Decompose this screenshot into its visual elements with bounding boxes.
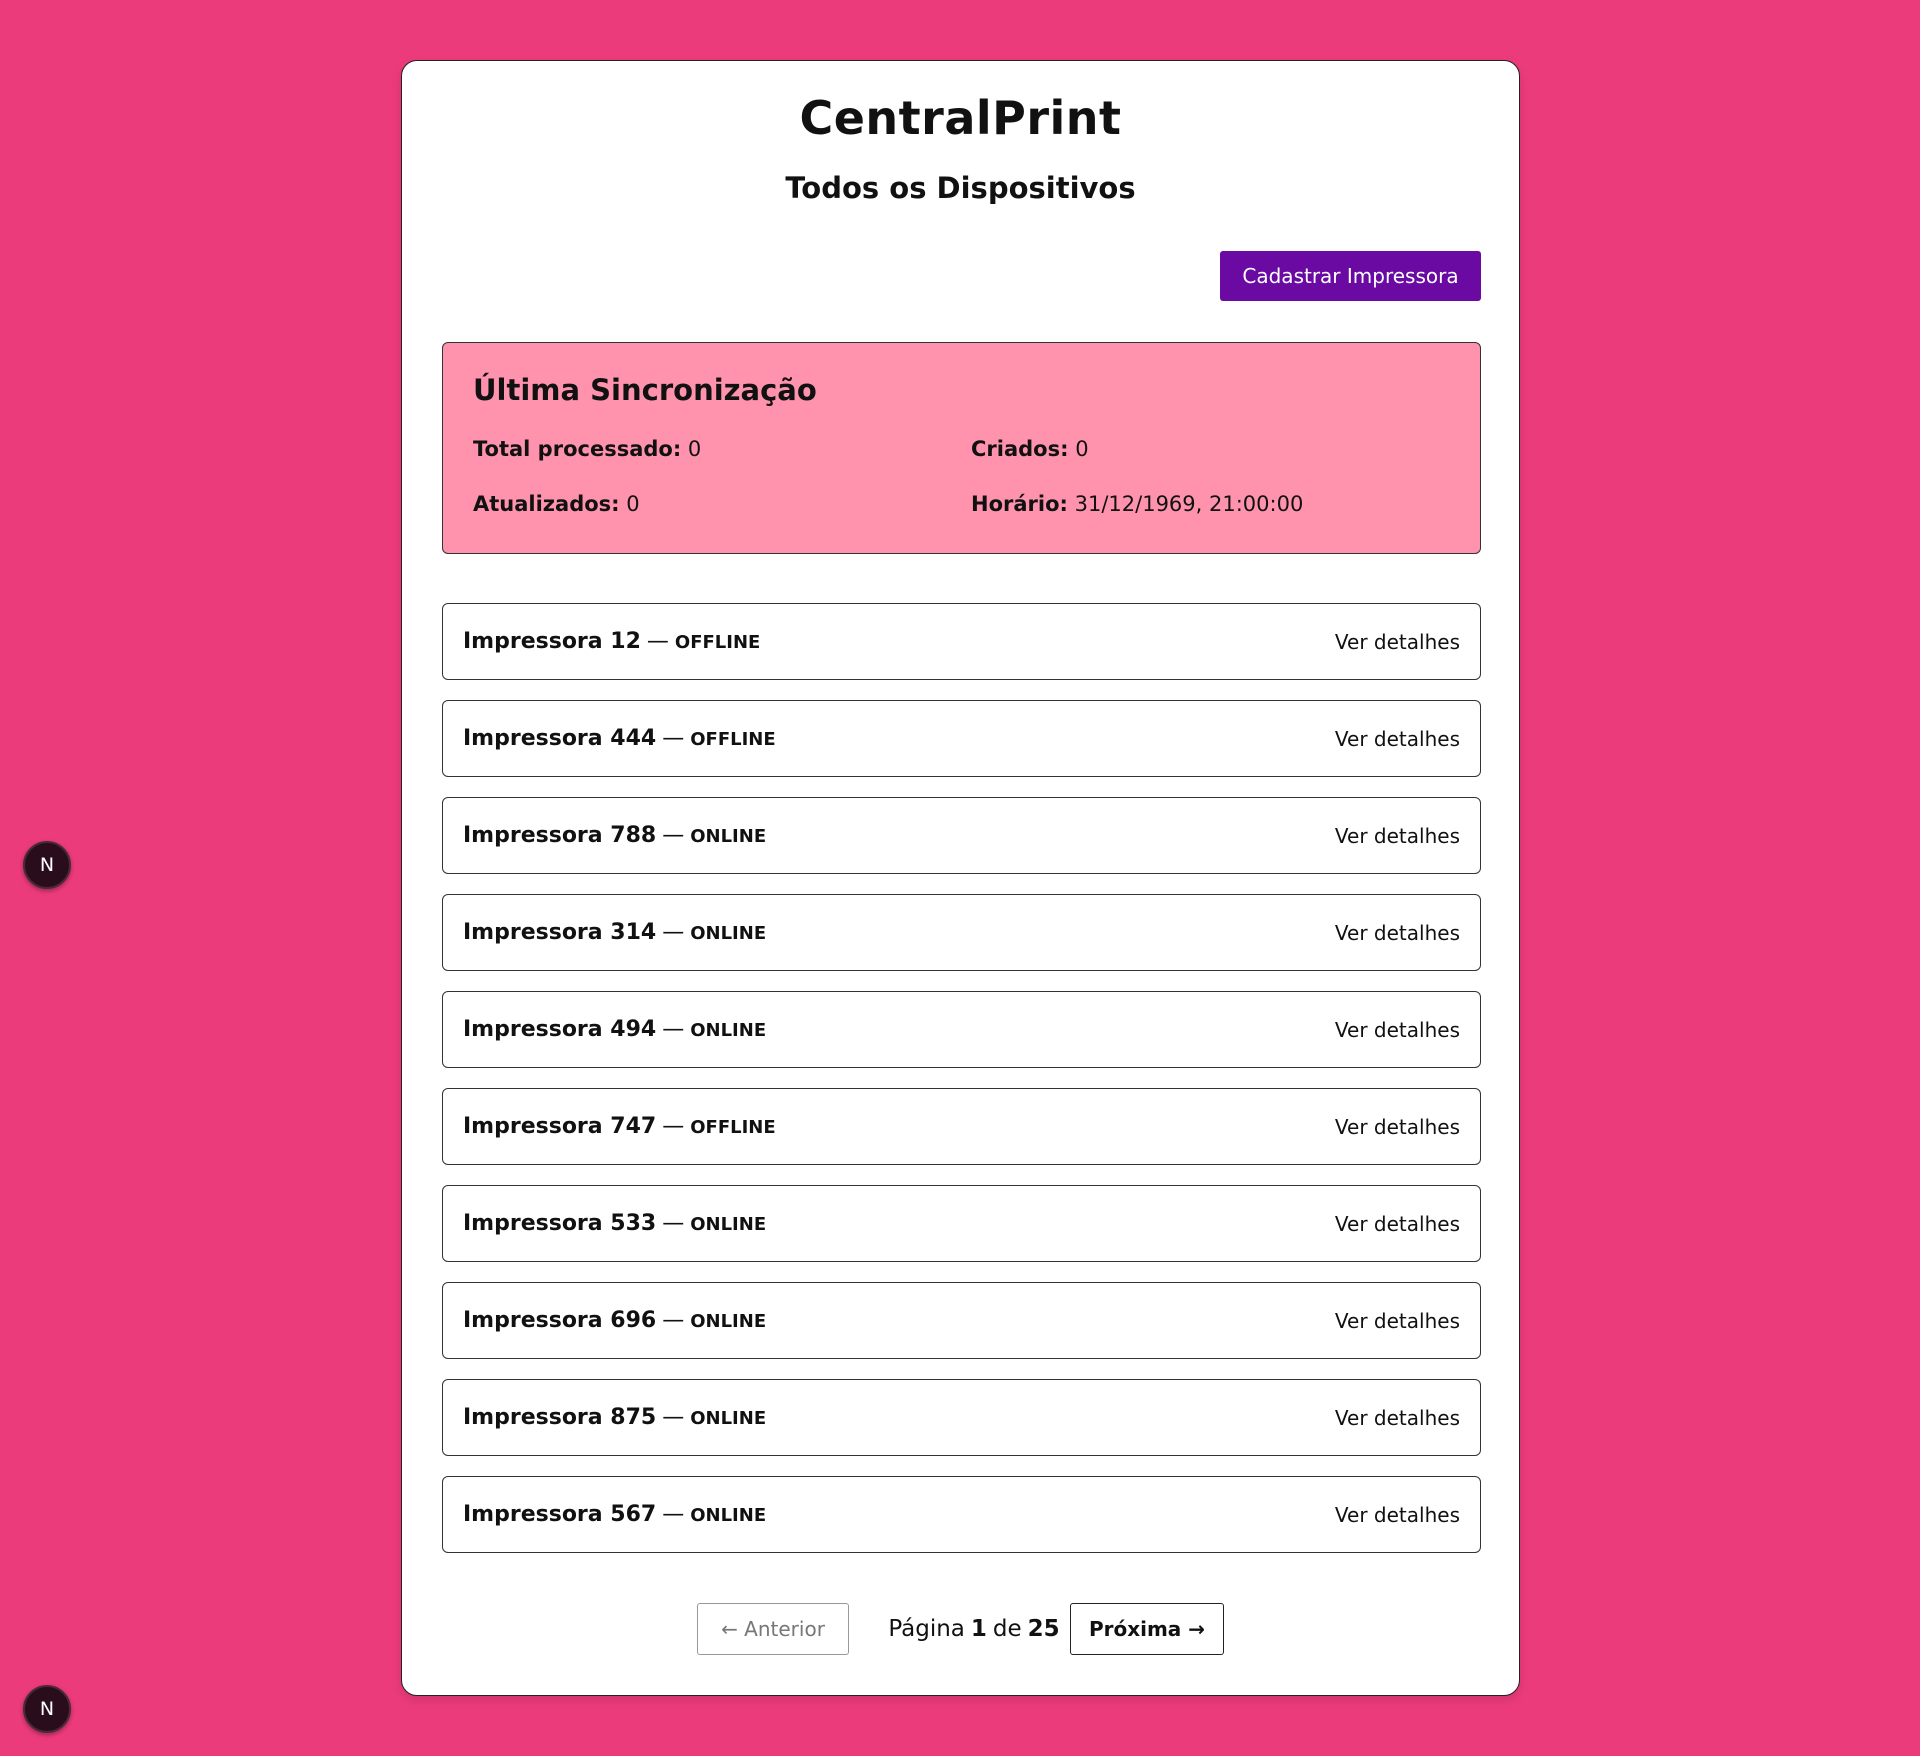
printer-status: ONLINE <box>690 1311 767 1332</box>
sync-time: Horário: 31/12/1969, 21:00:00 <box>971 492 1303 516</box>
row-separator: — <box>662 1405 685 1430</box>
row-separator: — <box>662 823 685 848</box>
app-title: CentralPrint <box>799 91 1122 145</box>
row-separator: — <box>662 1502 685 1527</box>
printer-row-info: Impressora 788— ONLINE <box>463 823 766 848</box>
total-pages: 25 <box>1027 1616 1060 1642</box>
printer-name: Impressora 12 <box>463 629 641 654</box>
view-details-link[interactable]: Ver detalhes <box>1335 1406 1460 1430</box>
row-separator: — <box>662 1211 685 1236</box>
main-card: CentralPrint Todos os Dispositivos Cadas… <box>401 60 1520 1696</box>
sync-created-label: Criados: <box>971 437 1069 461</box>
previous-page-button[interactable]: ← Anterior <box>697 1603 849 1655</box>
printer-row-info: Impressora 567— ONLINE <box>463 1502 766 1527</box>
view-details-link[interactable]: Ver detalhes <box>1335 1115 1460 1139</box>
sync-updated: Atualizados: 0 <box>473 492 640 516</box>
printer-name: Impressora 747 <box>463 1114 657 1139</box>
page-word: Página <box>888 1616 965 1642</box>
row-separator: — <box>662 726 685 751</box>
printer-row: Impressora 696— ONLINE Ver detalhes <box>442 1282 1481 1359</box>
printer-row: Impressora 314— ONLINE Ver detalhes <box>442 894 1481 971</box>
last-sync-panel: Última Sincronização Total processado: 0… <box>442 342 1481 554</box>
printer-status: OFFLINE <box>690 729 776 750</box>
sync-updated-label: Atualizados: <box>473 492 620 516</box>
row-separator: — <box>646 629 669 654</box>
sync-time-label: Horário: <box>971 492 1068 516</box>
printer-row-info: Impressora 12— OFFLINE <box>463 629 760 654</box>
printer-name: Impressora 533 <box>463 1211 657 1236</box>
printer-row-info: Impressora 696— ONLINE <box>463 1308 766 1333</box>
printer-name: Impressora 696 <box>463 1308 657 1333</box>
printer-row-info: Impressora 444— OFFLINE <box>463 726 776 751</box>
view-details-link[interactable]: Ver detalhes <box>1335 630 1460 654</box>
next-page-button[interactable]: Próxima → <box>1070 1603 1224 1655</box>
view-details-link[interactable]: Ver detalhes <box>1335 824 1460 848</box>
printer-name: Impressora 444 <box>463 726 657 751</box>
printer-row: Impressora 444— OFFLINE Ver detalhes <box>442 700 1481 777</box>
printer-name: Impressora 875 <box>463 1405 657 1430</box>
of-word: de <box>992 1616 1022 1642</box>
printer-row-info: Impressora 875— ONLINE <box>463 1405 766 1430</box>
printer-status: OFFLINE <box>674 632 761 653</box>
sync-updated-value: 0 <box>626 492 640 516</box>
sync-total-value: 0 <box>687 437 702 461</box>
view-details-link[interactable]: Ver detalhes <box>1335 727 1460 751</box>
printer-status: ONLINE <box>690 1020 767 1041</box>
view-details-link[interactable]: Ver detalhes <box>1335 1309 1460 1333</box>
current-page: 1 <box>970 1616 987 1642</box>
printer-status: OFFLINE <box>690 1117 776 1138</box>
printer-row-info: Impressora 314— ONLINE <box>463 920 766 945</box>
row-separator: — <box>662 1308 685 1333</box>
printer-row: Impressora 788— ONLINE Ver detalhes <box>442 797 1481 874</box>
sync-title: Última Sincronização <box>473 373 817 407</box>
printer-name: Impressora 314 <box>463 920 657 945</box>
printer-name: Impressora 494 <box>463 1017 657 1042</box>
printer-status: ONLINE <box>690 1214 767 1235</box>
sync-time-value: 31/12/1969, 21:00:00 <box>1074 492 1304 516</box>
row-separator: — <box>662 920 685 945</box>
register-printer-button[interactable]: Cadastrar Impressora <box>1220 251 1481 301</box>
printer-status: ONLINE <box>690 1505 767 1526</box>
printer-row: Impressora 494— ONLINE Ver detalhes <box>442 991 1481 1068</box>
nextjs-icon[interactable]: N <box>23 1685 71 1733</box>
view-details-link[interactable]: Ver detalhes <box>1335 1503 1460 1527</box>
printer-row-info: Impressora 494— ONLINE <box>463 1017 766 1042</box>
printer-name: Impressora 567 <box>463 1502 657 1527</box>
printer-status: ONLINE <box>690 826 767 847</box>
printer-row: Impressora 533— ONLINE Ver detalhes <box>442 1185 1481 1262</box>
view-details-link[interactable]: Ver detalhes <box>1335 1018 1460 1042</box>
page-indicator: Página 1 de 25 <box>877 1603 1077 1655</box>
row-separator: — <box>662 1017 685 1042</box>
sync-total-processed: Total processado: 0 <box>473 437 701 461</box>
printer-status: ONLINE <box>690 1408 767 1429</box>
view-details-link[interactable]: Ver detalhes <box>1335 1212 1460 1236</box>
printer-row-info: Impressora 533— ONLINE <box>463 1211 766 1236</box>
printer-row: Impressora 12— OFFLINE Ver detalhes <box>442 603 1481 680</box>
view-details-link[interactable]: Ver detalhes <box>1335 921 1460 945</box>
printer-row: Impressora 567— ONLINE Ver detalhes <box>442 1476 1481 1553</box>
row-separator: — <box>662 1114 685 1139</box>
sync-created: Criados: 0 <box>971 437 1089 461</box>
sync-total-label: Total processado: <box>473 437 682 461</box>
printer-status: ONLINE <box>690 923 767 944</box>
printer-row: Impressora 875— ONLINE Ver detalhes <box>442 1379 1481 1456</box>
pagination: ← Anterior Página 1 de 25 Próxima → <box>402 1603 1519 1655</box>
sync-created-value: 0 <box>1075 437 1089 461</box>
printer-row-info: Impressora 747— OFFLINE <box>463 1114 776 1139</box>
printer-name: Impressora 788 <box>463 823 657 848</box>
printer-list: Impressora 12— OFFLINE Ver detalhes Impre… <box>442 603 1481 1573</box>
printer-row: Impressora 747— OFFLINE Ver detalhes <box>442 1088 1481 1165</box>
page-subtitle: Todos os Dispositivos <box>785 171 1136 205</box>
nextjs-icon[interactable]: N <box>23 841 71 889</box>
